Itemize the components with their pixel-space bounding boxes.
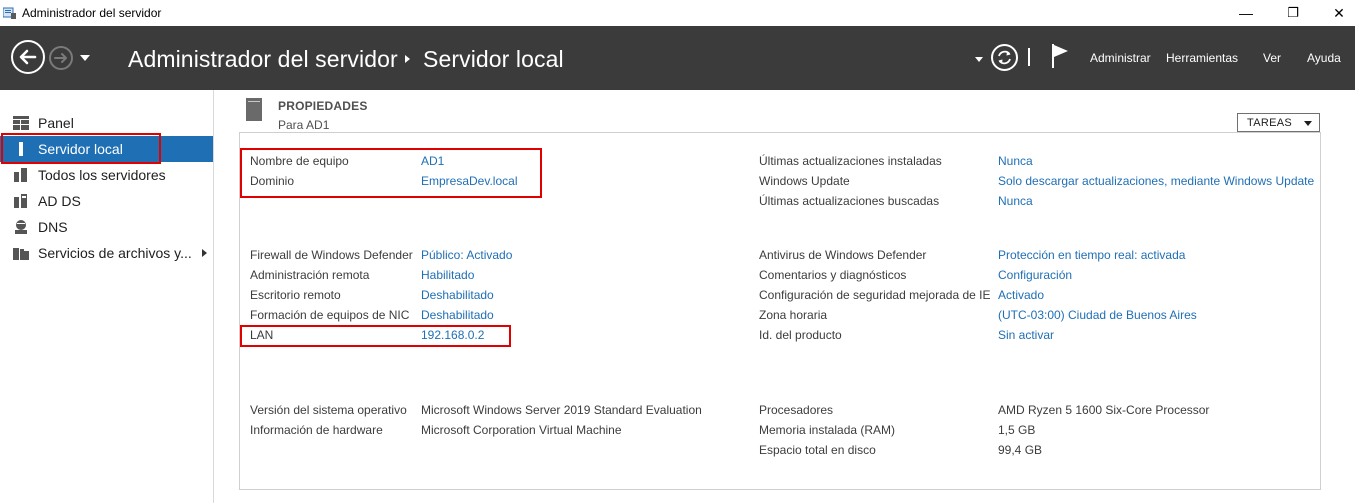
property-label: Firewall de Windows Defender [250, 248, 413, 262]
property-label: Memoria instalada (RAM) [759, 423, 896, 437]
property-value-link[interactable]: AD1 [421, 154, 444, 168]
breadcrumb-root[interactable]: Administrador del servidor [128, 46, 398, 73]
property-value: Microsoft Corporation Virtual Machine [421, 423, 622, 437]
arrow-right-icon [54, 53, 67, 63]
property-label: Comentarios y diagnósticos [759, 268, 907, 282]
property-label: Versión del sistema operativo [250, 403, 407, 417]
minimize-button[interactable]: — [1223, 0, 1269, 26]
property-label: Formación de equipos de NIC [250, 308, 410, 322]
property-value-link[interactable]: Solo descargar actualizaciones, mediante… [998, 174, 1314, 188]
breadcrumb-current: Servidor local [423, 46, 564, 72]
property-label: Antivirus de Windows Defender [759, 248, 927, 262]
property-label: Procesadores [759, 403, 834, 417]
sidebar-item-label: Todos los servidores [38, 167, 166, 183]
property-value-link[interactable]: Protección en tiempo real: activada [998, 248, 1185, 262]
property-value-link[interactable]: Configuración [998, 268, 1072, 282]
property-label: Windows Update [759, 174, 850, 188]
sidebar-item-label: Servidor local [38, 141, 123, 157]
header-dropdown-icon[interactable] [975, 57, 983, 62]
properties-title: PROPIEDADES [278, 99, 368, 113]
menu-ayuda[interactable]: Ayuda [1307, 51, 1341, 65]
close-button[interactable]: ✕ [1316, 0, 1355, 26]
property-label: Id. del producto [759, 328, 842, 342]
refresh-button[interactable] [991, 44, 1018, 71]
sidebar-item-label: DNS [38, 219, 68, 235]
chevron-down-icon [1304, 121, 1312, 126]
forward-button[interactable] [49, 46, 73, 70]
tasks-dropdown[interactable]: TAREAS [1237, 113, 1320, 132]
properties-panel: Nombre de equipo AD1 Dominio EmpresaDev.… [239, 132, 1321, 490]
property-label: Zona horaria [759, 308, 828, 322]
app-header: Administrador del servidor Servidor loca… [0, 26, 1355, 90]
property-label: Configuración de seguridad mejorada de I… [759, 288, 991, 302]
property-value-link[interactable]: Activado [998, 288, 1044, 302]
menu-ver[interactable]: Ver [1263, 51, 1281, 65]
sidebar-item-dns[interactable]: DNS [0, 214, 213, 240]
property-value-link[interactable]: Sin activar [998, 328, 1054, 342]
property-value: 99,4 GB [998, 443, 1043, 457]
arrow-left-icon [19, 49, 37, 65]
sidebar-item-panel[interactable]: Panel [0, 110, 213, 136]
property-value-link[interactable]: Nunca [998, 194, 1033, 208]
property-label: Nombre de equipo [250, 154, 349, 168]
property-value-link[interactable]: 192.168.0.2 [421, 328, 484, 342]
property-value-link[interactable]: Nunca [998, 154, 1033, 168]
property-value-link[interactable]: Deshabilitado [421, 308, 494, 322]
properties-server-icon [246, 98, 262, 121]
notifications-flag-icon[interactable] [1049, 43, 1073, 69]
tasks-label: TAREAS [1247, 117, 1292, 129]
window-title: Administrador del servidor [22, 6, 162, 20]
sidebar: Panel Servidor local Todos los servidore… [0, 90, 214, 503]
file-services-icon [13, 248, 29, 260]
property-label: LAN [250, 328, 274, 342]
sidebar-item-label: AD DS [38, 193, 81, 209]
dashboard-icon [13, 116, 29, 130]
property-value-link[interactable]: EmpresaDev.local [421, 174, 517, 188]
property-value: Microsoft Windows Server 2019 Standard E… [421, 403, 702, 417]
servers-icon [14, 168, 27, 182]
sidebar-item-ad-ds[interactable]: AD DS [0, 188, 213, 214]
window-titlebar: Administrador del servidor — ❐ ✕ [0, 0, 1355, 26]
breadcrumb-separator-icon [405, 55, 410, 63]
property-label: Escritorio remoto [250, 288, 341, 302]
header-divider [1028, 48, 1030, 66]
property-value: AMD Ryzen 5 1600 Six-Core Processor [998, 403, 1210, 417]
property-label: Dominio [250, 174, 295, 188]
menu-administrar[interactable]: Administrar [1090, 51, 1151, 65]
property-value: 1,5 GB [998, 423, 1036, 437]
sidebar-item-label: Panel [38, 115, 74, 131]
server-icon [19, 142, 23, 156]
property-label: Espacio total en disco [759, 443, 876, 457]
property-label: Administración remota [250, 268, 370, 282]
property-value-link[interactable]: Público: Activado [421, 248, 512, 262]
back-button[interactable] [11, 40, 45, 74]
menu-herramientas[interactable]: Herramientas [1166, 51, 1238, 65]
ad-ds-icon [14, 194, 27, 208]
sidebar-item-label: Servicios de archivos y... [38, 245, 192, 261]
chevron-right-icon[interactable] [202, 249, 207, 257]
properties-subtitle: Para AD1 [278, 118, 330, 132]
history-dropdown-icon[interactable] [80, 55, 90, 61]
main-content: PROPIEDADES Para AD1 TAREAS Nombre de eq… [215, 90, 1355, 503]
property-label: Últimas actualizaciones buscadas [759, 194, 940, 208]
server-manager-app-icon [3, 7, 16, 19]
sidebar-item-servicios-de-archivos[interactable]: Servicios de archivos y... [0, 240, 213, 266]
property-value-link[interactable]: Habilitado [421, 268, 474, 282]
refresh-icon [998, 50, 1011, 65]
property-value-link[interactable]: (UTC-03:00) Ciudad de Buenos Aires [998, 308, 1197, 322]
restore-button[interactable]: ❐ [1270, 0, 1316, 26]
dns-icon [15, 220, 27, 234]
sidebar-item-servidor-local[interactable]: Servidor local [0, 136, 213, 162]
property-value-link[interactable]: Deshabilitado [421, 288, 494, 302]
property-label: Últimas actualizaciones instaladas [759, 154, 942, 168]
sidebar-item-todos-los-servidores[interactable]: Todos los servidores [0, 162, 213, 188]
property-label: Información de hardware [250, 423, 383, 437]
